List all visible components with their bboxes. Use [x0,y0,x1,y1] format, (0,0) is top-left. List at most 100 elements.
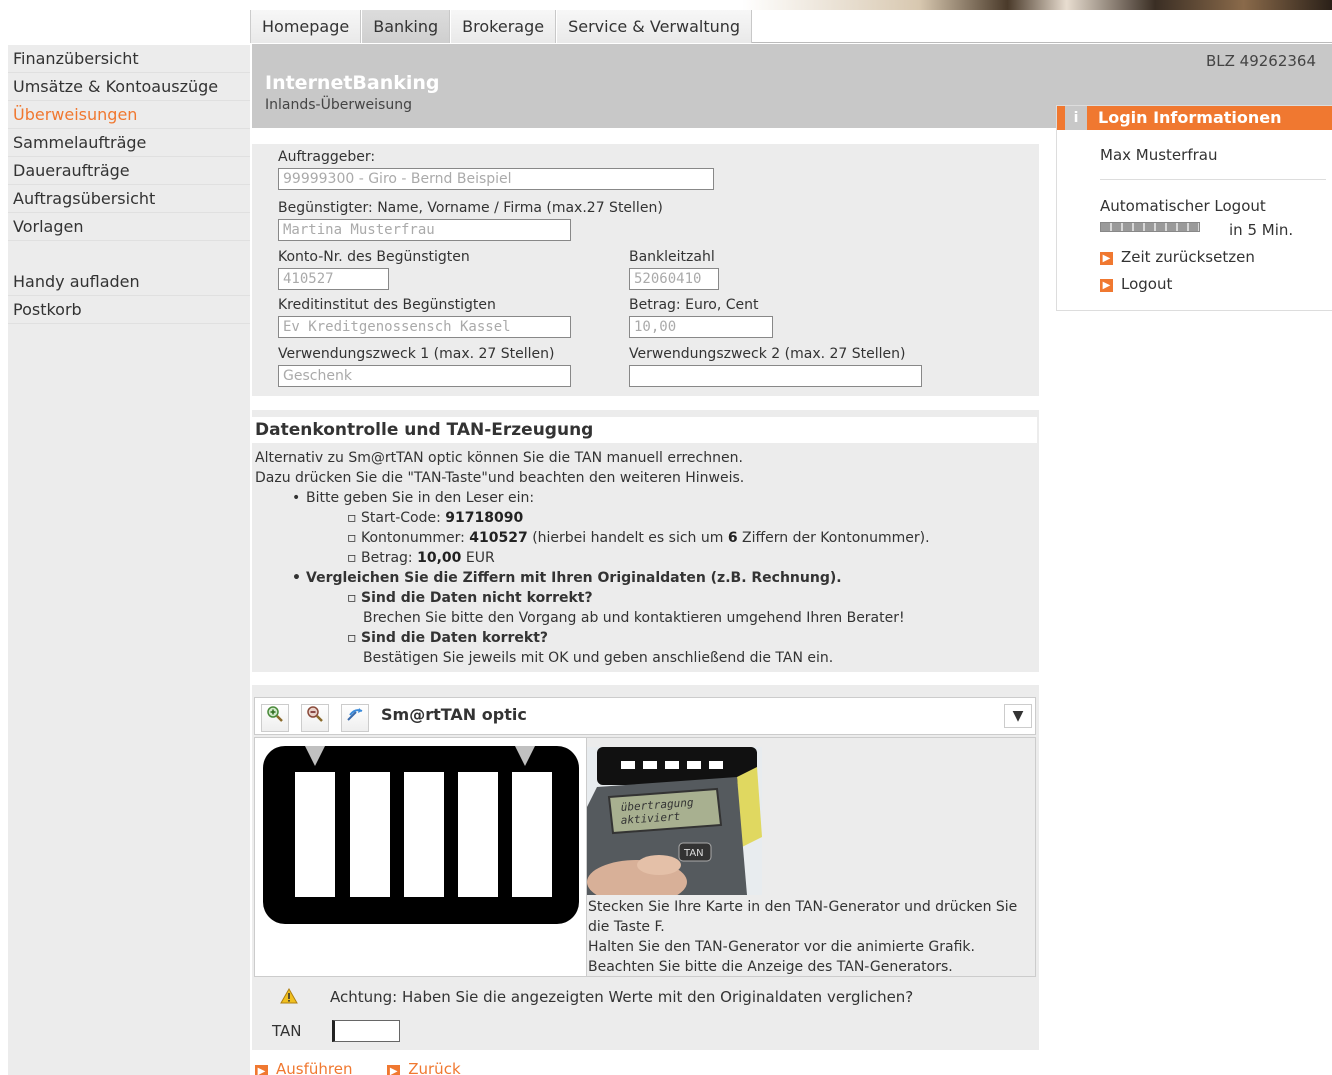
back-label: Zurück [408,1060,461,1075]
betrag-line: ▫ Betrag: 10,00 EUR [347,550,495,566]
blz-label: Bankleitzahl [629,249,715,265]
flicker-stripe [404,772,444,897]
logout-remaining: in 5 Min. [1229,221,1294,239]
login-info-box: i Login Informationen Max Musterfrau Aut… [1056,105,1332,311]
institut-label: Kreditinstitut des Begünstigten [278,297,496,313]
not-correct-question-text: Sind die Daten nicht korrekt? [361,590,593,606]
arrow-right-icon: ▶ [255,1065,268,1075]
arrow-right-icon: ▶ [1100,279,1113,292]
correct-question-text: Sind die Daten korrekt? [361,630,549,646]
konto-label: Konto-Nr. des Begünstigten [278,249,470,265]
flicker-graphic [263,746,579,924]
startcode-label: Start-Code: [361,510,446,526]
sidebar-item-dauerauftraege[interactable]: Daueraufträge [8,157,250,185]
konto-field[interactable]: 410527 [278,268,389,290]
kontonummer-hint-post: Ziffern der Kontonummer). [737,530,930,546]
vz1-field[interactable]: Geschenk [278,365,571,387]
transfer-form: Auftraggeber: 99999300 - Giro - Bernd Be… [252,144,1039,396]
sidebar-item-finanzuebersicht[interactable]: Finanzübersicht [8,45,250,73]
blz-field[interactable]: 52060410 [629,268,719,290]
top-banner [0,0,1332,10]
marker-left-icon [305,746,325,766]
vz2-label: Verwendungszweck 2 (max. 27 Stellen) [629,346,906,362]
back-button[interactable]: ▶ Zurück [387,1060,461,1075]
betrag-unit: EUR [461,550,495,566]
zoom-in-icon[interactable] [261,704,289,732]
bank-code: BLZ 49262364 [1205,52,1316,70]
sidebar-item-postkorb[interactable]: Postkorb [8,296,250,324]
tab-service-verwaltung[interactable]: Service & Verwaltung [556,10,753,43]
betrag-field[interactable]: 10,00 [629,316,773,338]
instruction-text: Stecken Sie Ihre Karte in den TAN-Genera… [588,897,1028,977]
tan-generator-image: übertragung aktiviert TAN [587,747,762,904]
tan-input[interactable] [332,1020,400,1042]
sidebar: Finanzübersicht Umsätze & Kontoauszüge Ü… [8,45,250,1075]
tab-homepage[interactable]: Homepage [250,10,362,43]
sidebar-item-sammelauftraege[interactable]: Sammelaufträge [8,129,250,157]
sidebar-item-ueberweisungen[interactable]: Überweisungen [8,101,250,129]
sidebar-item-auftragsuebersicht[interactable]: Auftragsübersicht [8,185,250,213]
sidebar-item-vorlagen[interactable]: Vorlagen [8,213,250,241]
intro-line-2: Dazu drücken Sie die "TAN-Taste"und beac… [255,470,745,486]
logout-label: Logout [1121,275,1173,293]
intro-line-1: Alternativ zu Sm@rtTAN optic können Sie … [255,450,743,466]
banner-photo [742,0,1332,10]
kontonummer-line: ▫ Kontonummer: 410527 (hierbei handelt es… [347,530,930,546]
instruction-line-2: Halten Sie den TAN-Generator vor die ani… [588,939,975,955]
top-navigation: Homepage Banking Brokerage Service & Ver… [250,10,1332,43]
chevron-down-icon[interactable]: ▼ [1004,704,1032,728]
login-info-title: Login Informationen [1098,108,1282,127]
beguenstigter-label: Begünstigter: Name, Vorname / Firma (max… [278,200,663,216]
reset-view-icon[interactable] [341,704,369,732]
execute-button[interactable]: ▶ Ausführen [255,1060,352,1075]
correct-answer: Bestätigen Sie jeweils mit OK und geben … [363,650,834,666]
user-name: Max Musterfrau [1100,146,1218,164]
startcode-line: ▫ Start-Code: 91718090 [347,510,524,526]
tab-brokerage[interactable]: Brokerage [450,10,557,43]
instruction-line-1: Stecken Sie Ihre Karte in den TAN-Genera… [588,899,1018,935]
vz1-label: Verwendungszweck 1 (max. 27 Stellen) [278,346,555,362]
kontonummer-value: 410527 [469,530,528,546]
tab-banking[interactable]: Banking [361,10,451,43]
device-tan-key: TAN [683,848,704,859]
warning-icon [280,987,298,1008]
not-correct-question: ▫ Sind die Daten nicht korrekt? [347,590,593,606]
arrow-right-icon: ▶ [387,1065,401,1075]
page-subtitle: Inlands-Überweisung [265,97,412,113]
login-info-header: i Login Informationen [1057,106,1332,130]
reset-time-link[interactable]: ▶ Zeit zurücksetzen [1100,248,1255,266]
zoom-out-icon[interactable] [301,704,329,732]
action-bar: ▶ Ausführen ▶ Zurück [255,1060,491,1075]
smarttan-toolbar: Sm@rtTAN optic ▼ [254,697,1036,735]
correct-question: ▫ Sind die Daten korrekt? [347,630,549,646]
beguenstigter-field[interactable]: Martina Musterfrau [278,219,571,241]
instruction-line-3: Beachten Sie bitte die Anzeige des TAN-G… [588,959,953,975]
vz2-field[interactable] [629,365,922,387]
bullet-compare: • Vergleichen Sie die Ziffern mit Ihren O… [292,570,842,586]
logout-timer-bar [1100,222,1200,232]
warning-text: Achtung: Haben Sie die angezeigten Werte… [330,988,914,1006]
not-correct-answer: Brechen Sie bitte den Vorgang ab und kon… [363,610,905,626]
bullet-compare-text: Vergleichen Sie die Ziffern mit Ihren Or… [306,570,842,586]
auftraggeber-select[interactable]: 99999300 - Giro - Bernd Beispiel [278,168,714,190]
betrag-label: Betrag: [361,550,418,566]
auto-logout-label: Automatischer Logout [1100,197,1266,215]
sidebar-item-handy-aufladen[interactable]: Handy aufladen [8,268,250,296]
kontonummer-hint-pre: (hierbei handelt es sich um [527,530,728,546]
flicker-graphic-box [254,737,587,977]
flicker-stripe [458,772,498,897]
flicker-stripe [295,772,335,897]
reset-time-label: Zeit zurücksetzen [1121,248,1255,266]
tan-label: TAN [272,1022,302,1040]
betrag-value: 10,00 [417,550,462,566]
smarttan-title: Sm@rtTAN optic [381,705,527,724]
institut-field[interactable]: Ev Kreditgenossensch Kassel [278,316,571,338]
auftraggeber-label: Auftraggeber: [278,149,376,165]
info-icon: i [1065,106,1087,130]
logout-link[interactable]: ▶ Logout [1100,275,1172,293]
kontonummer-hint-num: 6 [727,530,738,546]
kontonummer-label: Kontonummer: [361,530,470,546]
data-control-heading: Datenkontrolle und TAN-Erzeugung [252,417,1037,443]
sidebar-item-umsaetze[interactable]: Umsätze & Kontoauszüge [8,73,250,101]
